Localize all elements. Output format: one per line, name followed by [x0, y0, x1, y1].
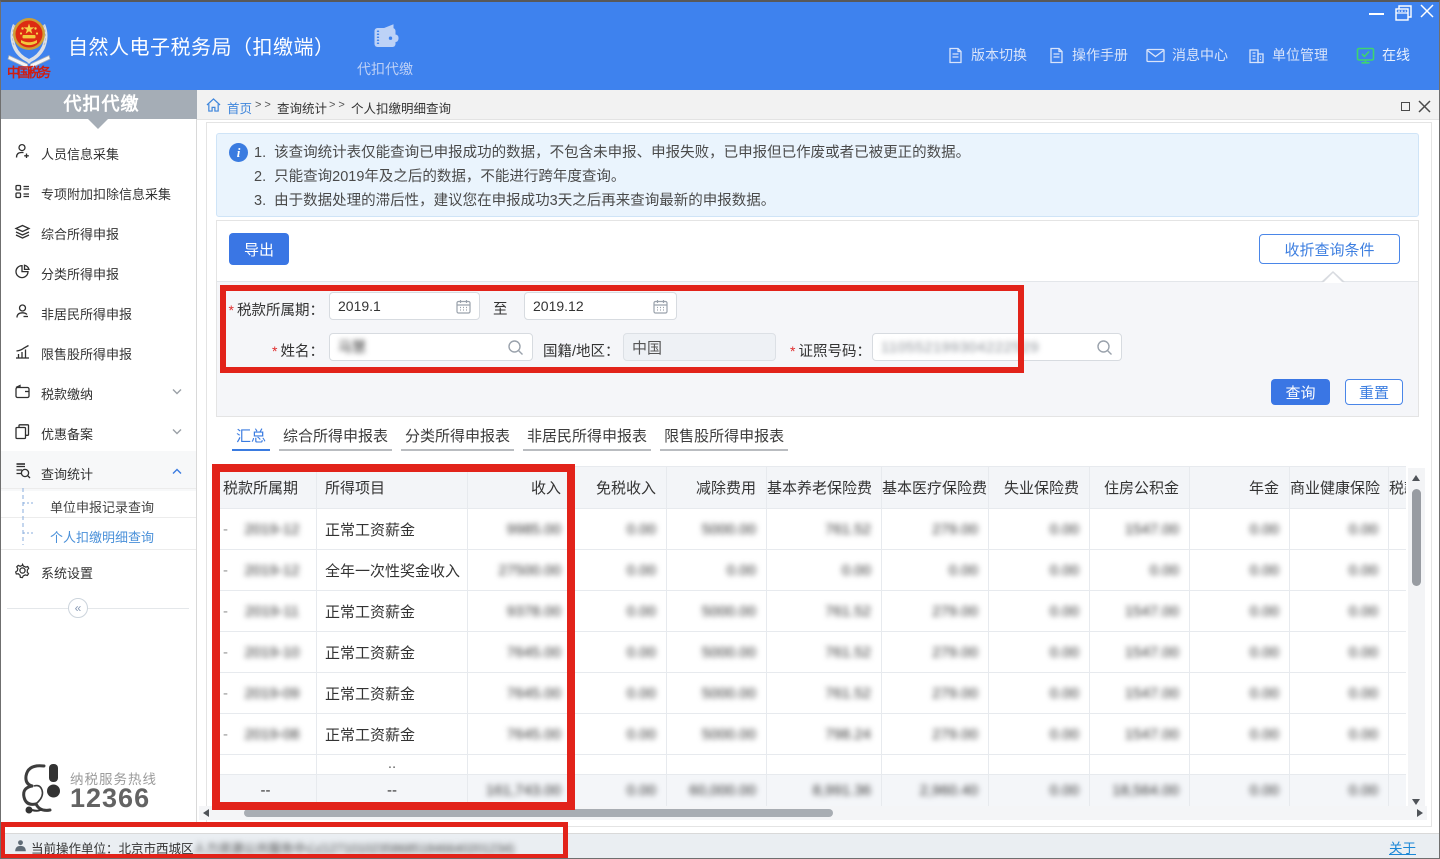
svg-text:i: i	[237, 145, 241, 160]
svg-text:中国税务: 中国税务	[7, 65, 52, 80]
